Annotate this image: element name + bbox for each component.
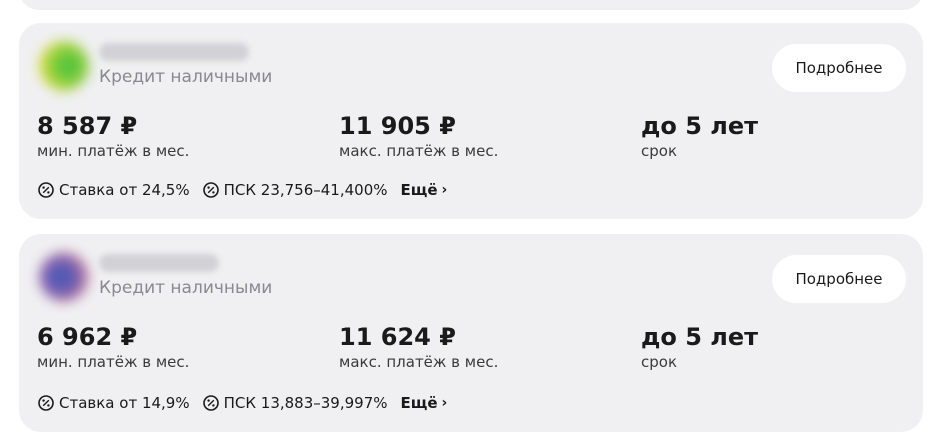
min-payment-label: мин. платёж в мес. xyxy=(37,142,190,160)
psk-text: ПСК 13,883–39,997% xyxy=(223,394,388,412)
term-value: до 5 лет xyxy=(641,323,759,351)
bank-name xyxy=(99,254,219,272)
min-payment-label: мин. платёж в мес. xyxy=(37,353,190,371)
offer-tags: Ставка от 24,5% ПСК 23,756–41,400% Ещё › xyxy=(38,181,447,199)
max-payment: 11 905 ₽ макс. платёж в мес. xyxy=(339,111,498,161)
max-payment-label: макс. платёж в мес. xyxy=(339,353,499,371)
more-conditions-link[interactable]: Ещё › xyxy=(401,394,448,412)
term: до 5 лет срок xyxy=(641,111,758,161)
term-label: срок xyxy=(641,142,678,160)
percent-circle-icon xyxy=(38,395,54,411)
chevron-right-icon: › xyxy=(441,395,448,411)
psk-tag: ПСК 13,883–39,997% xyxy=(202,394,388,412)
percent-circle-icon xyxy=(38,182,54,198)
min-payment-value: 8 587 ₽ xyxy=(37,112,138,140)
offer-tags: Ставка от 14,9% ПСК 13,883–39,997% Ещё › xyxy=(38,394,447,412)
offer-card[interactable]: Кредит наличными Подробнее 8 587 ₽ мин. … xyxy=(19,23,923,219)
bank-logo xyxy=(39,41,89,91)
product-type: Кредит наличными xyxy=(99,67,273,87)
max-payment: 11 624 ₽ макс. платёж в мес. xyxy=(339,322,498,372)
max-payment-value: 11 905 ₽ xyxy=(339,112,456,140)
min-payment-value: 6 962 ₽ xyxy=(37,323,138,351)
more-link-label: Ещё xyxy=(400,181,438,199)
details-button[interactable]: Подробнее xyxy=(772,255,906,303)
percent-circle-icon xyxy=(202,395,219,411)
more-link-label: Ещё xyxy=(400,394,438,412)
product-type: Кредит наличными xyxy=(99,278,273,298)
max-payment-label: макс. платёж в мес. xyxy=(339,142,499,160)
min-payment: 6 962 ₽ мин. платёж в мес. xyxy=(37,322,189,372)
bank-name xyxy=(99,43,249,61)
max-payment-value: 11 624 ₽ xyxy=(339,323,456,351)
psk-tag: ПСК 23,756–41,400% xyxy=(202,181,388,199)
offer-card[interactable]: Кредит наличными Подробнее 6 962 ₽ мин. … xyxy=(19,234,923,432)
rate-text: Ставка от 24,5% xyxy=(59,181,190,199)
bank-logo xyxy=(39,252,89,302)
chevron-right-icon: › xyxy=(441,182,448,198)
psk-text: ПСК 23,756–41,400% xyxy=(223,181,388,199)
offer-card-previous xyxy=(19,0,923,10)
more-conditions-link[interactable]: Ещё › xyxy=(401,181,448,199)
rate-text: Ставка от 14,9% xyxy=(59,394,190,412)
term-value: до 5 лет xyxy=(641,112,759,140)
term-label: срок xyxy=(641,353,678,371)
rate-tag: Ставка от 14,9% xyxy=(38,394,190,412)
percent-circle-icon xyxy=(202,182,219,198)
rate-tag: Ставка от 24,5% xyxy=(38,181,190,199)
loan-offers-list: Кредит наличными Подробнее 8 587 ₽ мин. … xyxy=(0,0,938,438)
term: до 5 лет срок xyxy=(641,322,758,372)
min-payment: 8 587 ₽ мин. платёж в мес. xyxy=(37,111,189,161)
details-button[interactable]: Подробнее xyxy=(772,44,906,92)
